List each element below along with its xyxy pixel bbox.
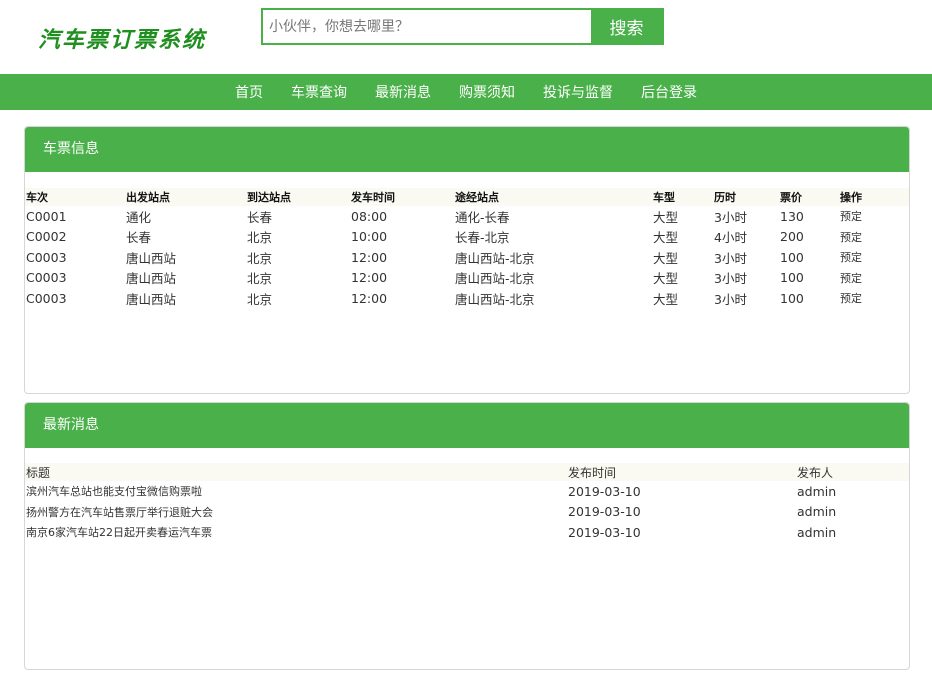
col-header: 发布时间 [567,463,796,481]
cell-publisher: admin [797,524,837,540]
cell-publish-date: 2019-03-10 [568,483,641,499]
col-header: 到达站点 [246,188,350,206]
cell-departure: 通化 [126,209,152,225]
cell-route: 唐山西站-北京 [455,291,535,307]
cell-price: 100 [780,249,804,265]
cell-duration: 3小时 [714,271,747,287]
nav-ticket-query[interactable]: 车票查询 [291,82,347,102]
col-header: 标题 [25,463,567,481]
cell-train-no: C0003 [26,249,67,265]
main-nav: 首页 车票查询 最新消息 购票须知 投诉与监督 后台登录 [0,74,932,110]
news-title-link[interactable]: 滨州汽车总站也能支付宝微信购票啦 [25,481,567,502]
news-panel-title: 最新消息 [25,403,909,448]
nav-complaints[interactable]: 投诉与监督 [543,82,613,102]
table-row: 扬州警方在汽车站售票厅举行退赃大会 2019-03-10 admin [25,502,909,523]
cell-publisher: admin [797,483,837,499]
cell-departure: 唐山西站 [126,250,177,266]
col-header: 途经站点 [454,188,652,206]
cell-time: 12:00 [351,249,388,265]
table-row: C0001 通化 长春 08:00 通化-长春 大型 3小时 130 预定 [25,206,909,227]
cell-bus-type: 大型 [653,250,679,266]
header: 汽车票订票系统 搜索 [0,0,932,74]
cell-arrival: 长春 [247,209,273,225]
book-link[interactable]: 预定 [839,227,909,248]
cell-publish-date: 2019-03-10 [568,504,641,520]
cell-price: 130 [780,208,804,224]
cell-arrival: 北京 [247,250,273,266]
cell-route: 长春-北京 [455,230,510,246]
cell-price: 200 [780,229,804,245]
cell-bus-type: 大型 [653,271,679,287]
ticket-panel-title: 车票信息 [25,127,909,172]
cell-time: 08:00 [351,208,388,224]
search-button[interactable]: 搜索 [591,10,662,43]
table-row: C0002 长春 北京 10:00 长春-北京 大型 4小时 200 预定 [25,227,909,248]
cell-duration: 3小时 [714,209,747,225]
ticket-table-header: 车次 出发站点 到达站点 发车时间 途经站点 车型 历时 票价 操作 [25,188,909,206]
cell-duration: 3小时 [714,291,747,307]
cell-train-no: C0003 [26,270,67,286]
book-link[interactable]: 预定 [839,206,909,227]
cell-time: 10:00 [351,229,388,245]
cell-price: 100 [780,290,804,306]
site-logo[interactable]: 汽车票订票系统 [38,22,206,54]
cell-departure: 长春 [126,230,152,246]
book-link[interactable]: 预定 [839,247,909,268]
cell-bus-type: 大型 [653,291,679,307]
col-header: 历时 [713,188,779,206]
cell-train-no: C0003 [26,290,67,306]
col-header: 发布人 [796,463,909,481]
col-header: 车型 [652,188,713,206]
cell-arrival: 北京 [247,271,273,287]
cell-train-no: C0002 [26,229,67,245]
col-header: 发车时间 [350,188,454,206]
cell-publish-date: 2019-03-10 [568,524,641,540]
search-bar: 搜索 [261,8,664,45]
news-title-link[interactable]: 扬州警方在汽车站售票厅举行退赃大会 [25,502,567,523]
col-header: 操作 [839,188,909,206]
nav-home[interactable]: 首页 [235,82,263,102]
col-header: 出发站点 [125,188,246,206]
table-row: 滨州汽车总站也能支付宝微信购票啦 2019-03-10 admin [25,481,909,502]
cell-publisher: admin [797,504,837,520]
col-header: 票价 [779,188,839,206]
news-table-header: 标题 发布时间 发布人 [25,463,909,481]
nav-latest-news[interactable]: 最新消息 [375,82,431,102]
nav-admin-login[interactable]: 后台登录 [641,82,697,102]
news-table: 标题 发布时间 发布人 滨州汽车总站也能支付宝微信购票啦 2019-03-10 … [25,463,909,543]
cell-route: 唐山西站-北京 [455,250,535,266]
book-link[interactable]: 预定 [839,268,909,289]
cell-train-no: C0001 [26,208,67,224]
table-row: C0003 唐山西站 北京 12:00 唐山西站-北京 大型 3小时 100 预… [25,268,909,289]
table-row: C0003 唐山西站 北京 12:00 唐山西站-北京 大型 3小时 100 预… [25,247,909,268]
search-input[interactable] [263,10,591,43]
nav-purchase-notice[interactable]: 购票须知 [459,82,515,102]
news-title-link[interactable]: 南京6家汽车站22日起开卖春运汽车票 [25,522,567,543]
book-link[interactable]: 预定 [839,288,909,309]
table-row: 南京6家汽车站22日起开卖春运汽车票 2019-03-10 admin [25,522,909,543]
cell-price: 100 [780,270,804,286]
cell-arrival: 北京 [247,291,273,307]
cell-route: 通化-长春 [455,209,510,225]
cell-bus-type: 大型 [653,230,679,246]
cell-bus-type: 大型 [653,209,679,225]
ticket-panel: 车票信息 车次 出发站点 到达站点 发车时间 途经站点 车型 历时 票价 操作 … [24,126,910,394]
cell-departure: 唐山西站 [126,271,177,287]
cell-route: 唐山西站-北京 [455,271,535,287]
cell-duration: 3小时 [714,250,747,266]
news-panel: 最新消息 标题 发布时间 发布人 滨州汽车总站也能支付宝微信购票啦 2019-0… [24,402,910,670]
cell-time: 12:00 [351,290,388,306]
cell-arrival: 北京 [247,230,273,246]
col-header: 车次 [25,188,125,206]
cell-time: 12:00 [351,270,388,286]
cell-departure: 唐山西站 [126,291,177,307]
table-row: C0003 唐山西站 北京 12:00 唐山西站-北京 大型 3小时 100 预… [25,288,909,309]
cell-duration: 4小时 [714,230,747,246]
ticket-table: 车次 出发站点 到达站点 发车时间 途经站点 车型 历时 票价 操作 C0001… [25,188,909,309]
